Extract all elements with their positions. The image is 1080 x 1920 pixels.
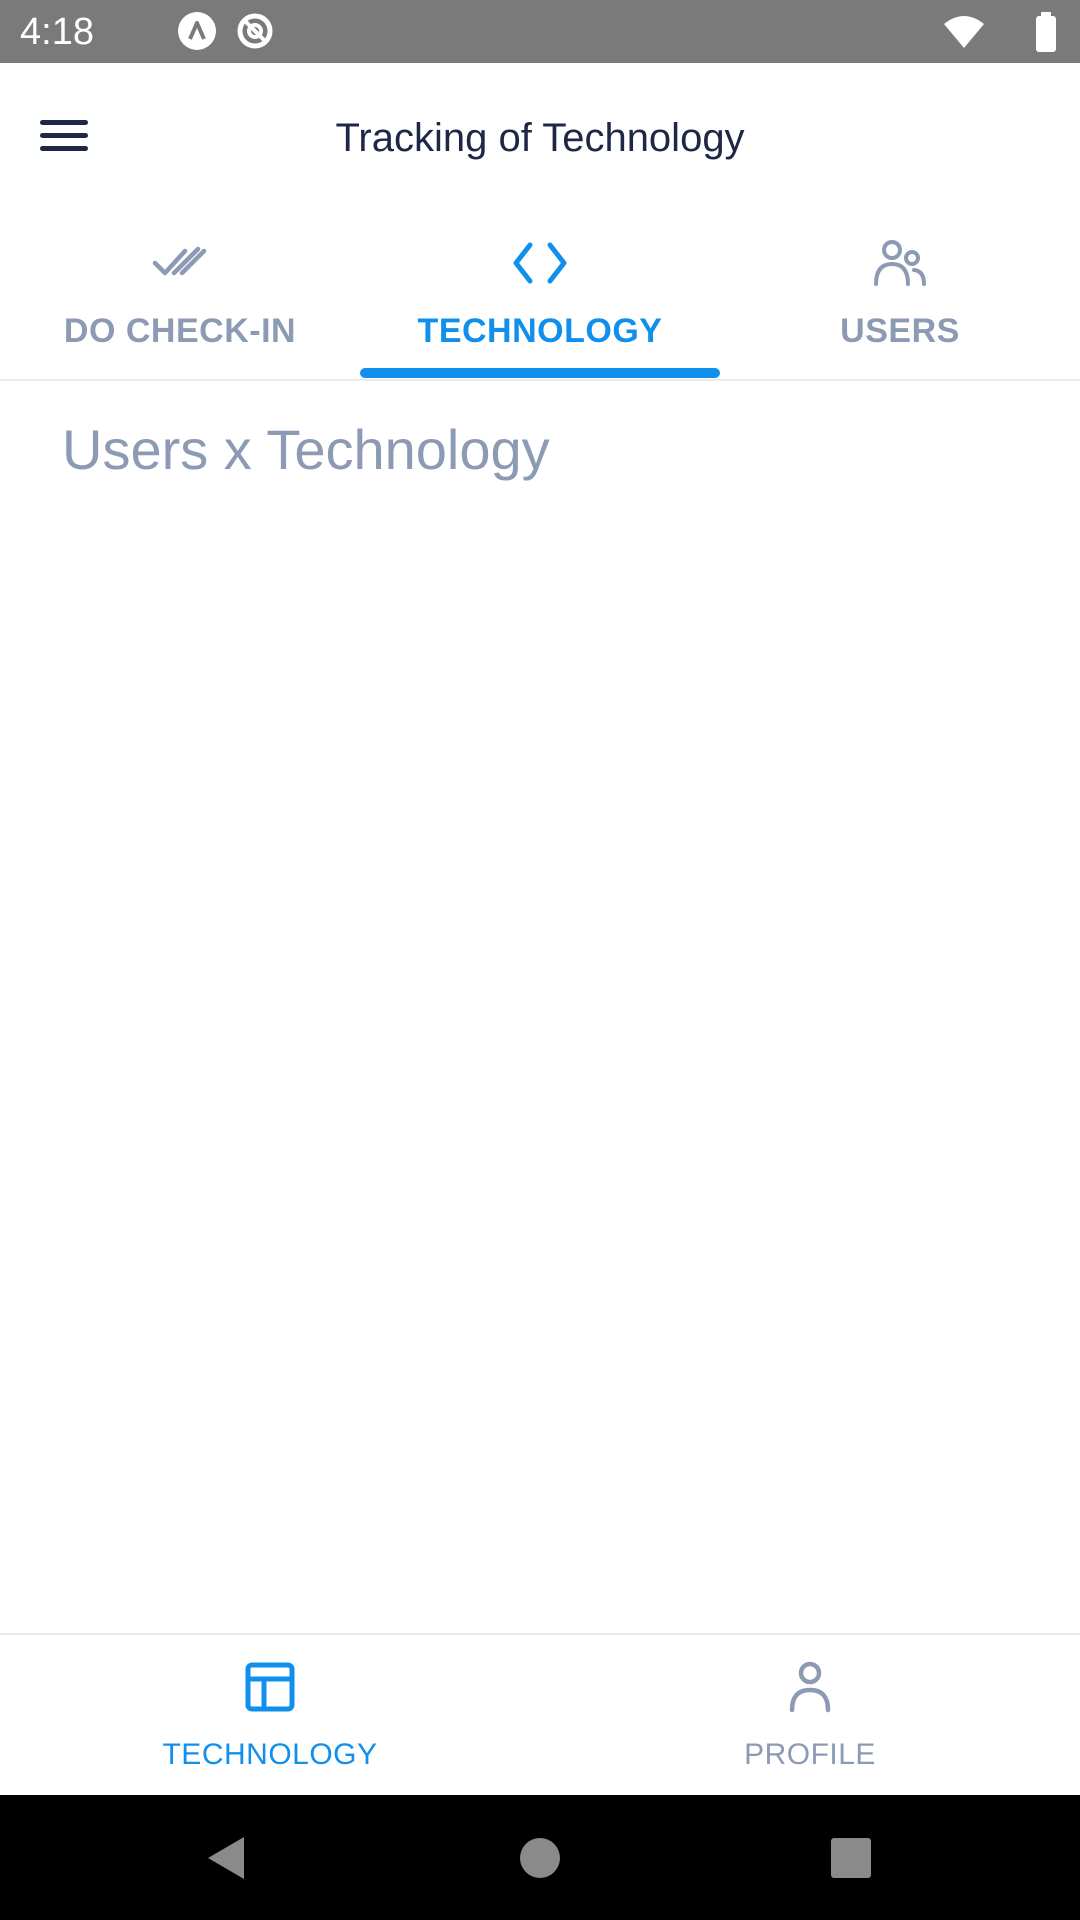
tab-label: TECHNOLOGY (417, 312, 663, 350)
status-bar: 4:18 (0, 0, 1080, 63)
tab-technology[interactable]: TECHNOLOGY (360, 213, 720, 379)
at-notification-icon (236, 12, 274, 50)
recents-icon[interactable] (821, 1833, 881, 1883)
code-icon (510, 231, 570, 295)
tab-users[interactable]: USERS (720, 213, 1080, 379)
tab-label: USERS (840, 312, 960, 350)
bottom-nav-label: PROFILE (744, 1738, 876, 1771)
home-icon[interactable] (510, 1833, 570, 1883)
system-nav-bar (0, 1795, 1080, 1920)
bottom-nav-profile[interactable]: PROFILE (540, 1635, 1080, 1797)
screen: 4:18 Tracking of Technology DO CHECK-IN … (0, 0, 1080, 1920)
tab-label: DO CHECK-IN (63, 312, 297, 350)
status-time: 4:18 (20, 11, 94, 53)
app-bar: Tracking of Technology (0, 63, 1080, 213)
back-icon[interactable] (196, 1833, 256, 1883)
bottom-nav-label: TECHNOLOGY (162, 1738, 378, 1771)
bottom-nav-technology[interactable]: TECHNOLOGY (0, 1635, 540, 1797)
person-icon (788, 1657, 832, 1717)
section-title: Users x Technology (62, 418, 550, 481)
a-notification-icon (178, 12, 216, 50)
page-title: Tracking of Technology (335, 116, 745, 160)
tab-do-check-in[interactable]: DO CHECK-IN (0, 213, 360, 379)
wifi-icon (942, 10, 986, 54)
bottom-nav: TECHNOLOGY PROFILE (0, 1633, 1080, 1797)
top-tabs: DO CHECK-IN TECHNOLOGY USERS (0, 213, 1080, 381)
users-icon (872, 231, 928, 295)
double-check-icon (152, 231, 208, 295)
battery-icon (1034, 10, 1058, 54)
layout-icon (244, 1657, 296, 1717)
active-tab-indicator (360, 368, 720, 378)
